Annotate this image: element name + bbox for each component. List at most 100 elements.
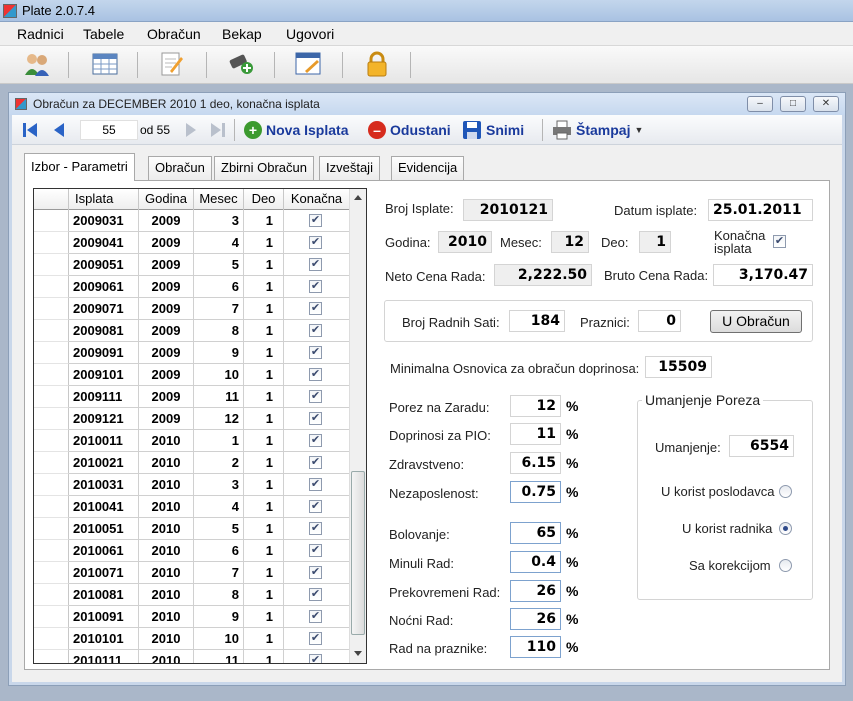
grid-cell[interactable]: 2009 <box>139 408 194 430</box>
grid-cell[interactable]: 1 <box>244 408 284 430</box>
row-header[interactable] <box>34 518 69 540</box>
menu-obracun[interactable]: Obračun <box>147 26 201 42</box>
grid-cell[interactable]: 1 <box>244 430 284 452</box>
grid-cell[interactable]: 2010031 <box>69 474 139 496</box>
grid-cell[interactable]: 1 <box>244 650 284 663</box>
grid-cell[interactable]: 1 <box>244 452 284 474</box>
neto-field[interactable]: 2,222.50 <box>494 264 592 286</box>
konacna-checkbox[interactable]: ✔ <box>309 302 322 315</box>
grid-cell-konacna[interactable]: ✔ <box>284 408 350 430</box>
grid-cell[interactable]: 9 <box>194 342 244 364</box>
konacna-checkbox[interactable]: ✔ <box>309 390 322 403</box>
row-header[interactable] <box>34 650 69 663</box>
grid-cell[interactable]: 1 <box>244 386 284 408</box>
grid-cell[interactable]: 2009121 <box>69 408 139 430</box>
grid-cell[interactable]: 2009111 <box>69 386 139 408</box>
row-header[interactable] <box>34 606 69 628</box>
grid-cell-konacna[interactable]: ✔ <box>284 496 350 518</box>
grid-cell[interactable]: 6 <box>194 540 244 562</box>
grid-cell[interactable]: 1 <box>244 254 284 276</box>
grid-cell[interactable]: 1 <box>244 320 284 342</box>
grid-cell[interactable]: 2010011 <box>69 430 139 452</box>
grid-cell-konacna[interactable]: ✔ <box>284 584 350 606</box>
position-input[interactable]: 55 <box>80 120 138 140</box>
table-row[interactable]: 2010041 2010 4 1 ✔ <box>34 496 350 518</box>
grid-cell[interactable]: 8 <box>194 320 244 342</box>
grid-cell[interactable]: 8 <box>194 584 244 606</box>
row-header[interactable] <box>34 276 69 298</box>
table-row[interactable]: 2009051 2009 5 1 ✔ <box>34 254 350 276</box>
table-row[interactable]: 2010091 2010 9 1 ✔ <box>34 606 350 628</box>
row-header[interactable] <box>34 364 69 386</box>
grid-cell[interactable]: 11 <box>194 650 244 663</box>
menu-radnici[interactable]: Radnici <box>17 26 64 42</box>
row-header[interactable] <box>34 452 69 474</box>
grid-cell[interactable]: 2010 <box>139 430 194 452</box>
row-header[interactable] <box>34 584 69 606</box>
grid-cell[interactable]: 2009051 <box>69 254 139 276</box>
move-first-icon[interactable] <box>22 122 38 138</box>
col-godina[interactable]: Godina <box>139 189 194 210</box>
row-header[interactable] <box>34 474 69 496</box>
grid-cell[interactable]: 1 <box>244 496 284 518</box>
grid-cell-konacna[interactable]: ✔ <box>284 276 350 298</box>
grid-cell[interactable]: 2010 <box>139 628 194 650</box>
grid-cell[interactable]: 2010 <box>139 474 194 496</box>
col-konacna[interactable]: Konačna <box>284 189 350 210</box>
rate-field[interactable]: 110 <box>510 636 561 658</box>
grid-cell[interactable]: 2010 <box>139 562 194 584</box>
minimize-button[interactable]: ‒ <box>747 96 773 112</box>
grid-cell[interactable]: 7 <box>194 562 244 584</box>
grid-cell[interactable]: 1 <box>244 628 284 650</box>
rate-field[interactable]: 12 <box>510 395 561 417</box>
table-row[interactable]: 2009031 2009 3 1 ✔ <box>34 210 350 232</box>
grid-cell[interactable]: 1 <box>244 364 284 386</box>
grid-cell[interactable]: 3 <box>194 210 244 232</box>
bruto-field[interactable]: 3,170.47 <box>713 264 813 286</box>
table-row[interactable]: 2009121 2009 12 1 ✔ <box>34 408 350 430</box>
move-previous-icon[interactable] <box>52 122 66 138</box>
grid-cell[interactable]: 2010111 <box>69 650 139 663</box>
move-last-icon[interactable] <box>210 122 226 138</box>
grid-cell[interactable]: 2009 <box>139 298 194 320</box>
table-row[interactable]: 2010031 2010 3 1 ✔ <box>34 474 350 496</box>
grid-cell[interactable]: 2009 <box>139 320 194 342</box>
table-icon[interactable] <box>90 50 120 78</box>
konacna-checkbox[interactable]: ✔ <box>309 412 322 425</box>
col-isplata[interactable]: Isplata <box>69 189 139 210</box>
mesec-field[interactable]: 12 <box>551 231 589 253</box>
grid-cell[interactable]: 2009 <box>139 386 194 408</box>
grid-cell[interactable]: 2009 <box>139 342 194 364</box>
table-row[interactable]: 2010061 2010 6 1 ✔ <box>34 540 350 562</box>
rate-field[interactable]: 6.15 <box>510 452 561 474</box>
grid-cell[interactable]: 2010061 <box>69 540 139 562</box>
grid-cell-konacna[interactable]: ✔ <box>284 474 350 496</box>
table-row[interactable]: 2009091 2009 9 1 ✔ <box>34 342 350 364</box>
table-row[interactable]: 2010021 2010 2 1 ✔ <box>34 452 350 474</box>
row-header[interactable] <box>34 210 69 232</box>
grid-cell[interactable]: 2009 <box>139 254 194 276</box>
grid-cell[interactable]: 1 <box>244 342 284 364</box>
scroll-thumb[interactable] <box>351 471 365 635</box>
broj-isplate-field[interactable]: 2010121 <box>463 199 553 221</box>
tab-izvestaji[interactable]: Izveštaji <box>319 156 380 180</box>
broj-sati-field[interactable]: 184 <box>509 310 565 332</box>
lock-icon[interactable] <box>362 50 392 78</box>
col-deo[interactable]: Deo <box>244 189 284 210</box>
move-next-icon[interactable] <box>184 122 198 138</box>
grid-cell[interactable]: 2009 <box>139 232 194 254</box>
grid-cell[interactable]: 2010 <box>139 540 194 562</box>
row-header[interactable] <box>34 430 69 452</box>
scroll-up-icon[interactable] <box>354 195 362 200</box>
konacna-checkbox[interactable]: ✔ <box>309 280 322 293</box>
konacna-checkbox[interactable]: ✔ <box>309 434 322 447</box>
grid-cell[interactable]: 2010081 <box>69 584 139 606</box>
grid-cell[interactable]: 2009 <box>139 210 194 232</box>
konacna-checkbox[interactable]: ✔ <box>309 456 322 469</box>
grid-cell[interactable]: 2010 <box>139 650 194 663</box>
grid-cell[interactable]: 2010 <box>139 606 194 628</box>
umanjenje-option-label[interactable]: Sa korekcijom <box>689 558 771 573</box>
row-header[interactable] <box>34 496 69 518</box>
konacna-checkbox[interactable]: ✔ <box>309 632 322 645</box>
tab-zbirni-obracun[interactable]: Zbirni Obračun <box>214 156 314 180</box>
